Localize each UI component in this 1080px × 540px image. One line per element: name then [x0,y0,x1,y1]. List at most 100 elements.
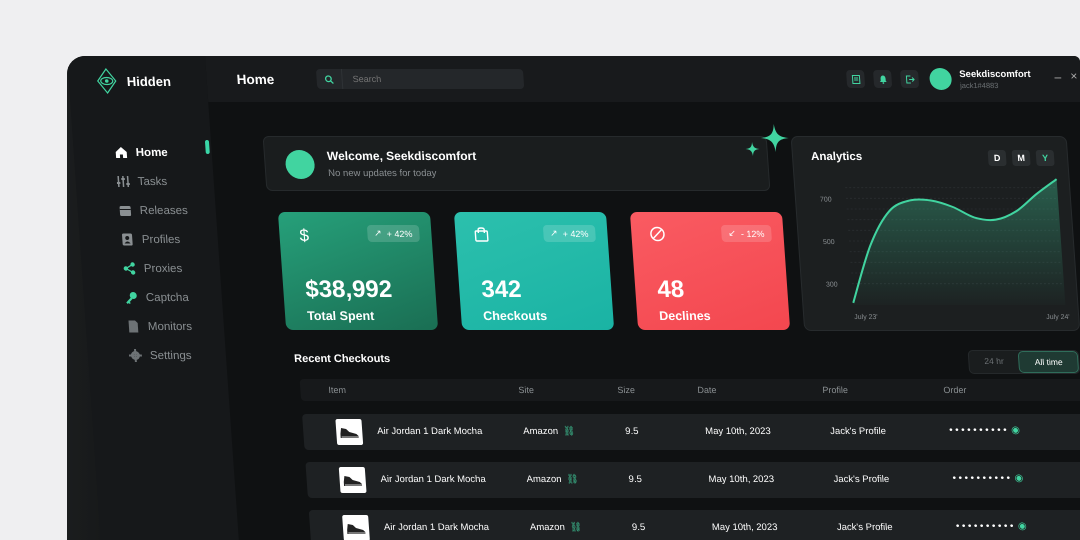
sidebar-item-settings[interactable]: Settings [127,341,199,370]
sidebar-item-captcha[interactable]: Captcha [123,283,195,312]
profile-cell: Jack's Profile [829,426,887,437]
eye-logo-icon [96,68,117,94]
app-canvas: Hidden Home Tasks Releases Profiles Prox… [67,56,1080,540]
y-tick-label: 700 [820,196,832,203]
svg-text:$: $ [299,226,310,244]
sidebar-item-proxies[interactable]: Proxies [121,254,193,283]
search-input[interactable] [342,74,513,84]
change-badge: ↙ - 12% [720,225,773,242]
welcome-subtitle: No new updates for today [327,168,437,179]
arrow-down-left-icon: ↙ [727,228,737,238]
stat-value: $38,992 [304,276,394,303]
site-cell: Amazon ⛓ [523,426,576,437]
sidebar-item-label: Tasks [137,175,168,188]
table-row[interactable]: Air Jordan 1 Dark Mocha Amazon ⛓ 9.5 May … [308,510,1080,540]
close-button[interactable]: × [1070,69,1078,83]
sidebar-item-label: Proxies [143,262,183,275]
order-cell: •••••••••• ◉ [949,425,1021,436]
sidebar-item-label: Captcha [145,291,190,304]
stat-card-checkouts[interactable]: ↗ + 42% 342 Checkouts [453,212,615,330]
item-name: Air Jordan 1 Dark Mocha [376,426,483,437]
sidebar-item-label: Settings [149,349,192,362]
change-value: + 42% [562,228,589,239]
table-header: Item Site Size Date Profile Order [299,379,1080,401]
table-row[interactable]: Air Jordan 1 Dark Mocha Amazon ⛓ 9.5 May … [302,414,1080,450]
key-icon [123,291,138,305]
column-header-item: Item [328,385,347,395]
shopping-bag-icon [474,227,489,242]
topbar: Home Seekdiscomfort jack1#4883 – × [205,56,1080,102]
profile-icon [119,233,134,247]
user-name: Seekdiscomfort [958,68,1031,80]
avatar [284,150,316,179]
x-tick-label: July 23' [854,314,878,321]
app-window: Hidden Home Tasks Releases Profiles Prox… [67,56,1080,540]
bell-icon [879,75,887,84]
minimize-button[interactable]: – [1054,70,1062,84]
sneaker-thumbnail [342,515,370,540]
link-icon[interactable]: ⛓ [566,474,579,485]
stat-label: Checkouts [482,309,548,323]
welcome-title: Welcome, Seekdiscomfort [326,149,477,163]
eye-icon[interactable]: ◉ [1011,425,1021,436]
brand-name: Hidden [126,73,172,89]
sidebar-item-tasks[interactable]: Tasks [115,167,187,196]
notes-icon [851,74,860,84]
column-header-size: Size [617,385,636,395]
search-icon [315,69,344,89]
column-header-order: Order [943,385,967,395]
brand[interactable]: Hidden [96,68,172,94]
filter-all-time-button[interactable]: All time [1018,351,1080,373]
filter-24hr-button[interactable]: 24 hr [969,351,1020,373]
page-title: Home [236,72,275,87]
y-tick-label: 500 [823,239,835,246]
active-indicator [204,140,210,154]
table-row[interactable]: Air Jordan 1 Dark Mocha Amazon ⛓ 9.5 May … [305,462,1080,498]
search-bar[interactable] [315,69,525,89]
y-tick-label: 300 [826,282,838,289]
eye-icon[interactable]: ◉ [1014,473,1024,484]
stat-value: 342 [480,276,523,303]
size-cell: 9.5 [628,474,643,485]
site-name: Amazon [529,522,566,533]
dollar-icon: $ [299,226,310,244]
column-header-profile: Profile [822,385,849,395]
order-masked: •••••••••• [955,521,1017,532]
notifications-button[interactable] [872,70,893,88]
link-icon[interactable]: ⛓ [569,522,582,533]
sneaker-icon [347,524,366,534]
order-cell: •••••••••• ◉ [956,521,1028,532]
sidebar-item-home[interactable]: Home [113,138,185,167]
link-icon[interactable]: ⛓ [563,426,576,437]
analytics-chart: 700 500 300 July 23' July 24' [820,178,1070,321]
sidebar-item-releases[interactable]: Releases [117,196,189,225]
x-tick-label: July 24' [1046,314,1070,321]
gear-icon [127,349,142,363]
share-icon [121,262,136,276]
stat-card-total-spent[interactable]: $ ↗ + 42% $38,992 Total Spent [277,212,439,330]
eye-icon[interactable]: ◉ [1018,521,1028,532]
calendar-icon [117,204,132,218]
site-name: Amazon [522,426,559,437]
change-value: + 42% [386,228,413,239]
sneaker-icon [340,428,359,438]
stat-label: Total Spent [306,309,375,323]
column-header-date: Date [697,385,717,395]
time-filter: 24 hr All time [967,350,1080,374]
stat-card-declines[interactable]: ↙ - 12% 48 Declines [629,212,791,330]
welcome-card: Welcome, Seekdiscomfort No new updates f… [262,136,771,191]
logout-button[interactable] [899,70,920,88]
change-value: - 12% [740,228,765,239]
arrow-up-right-icon: ↗ [549,228,558,238]
user-menu[interactable]: Seekdiscomfort jack1#4883 [928,68,1032,90]
sneaker-thumbnail [335,419,364,445]
size-cell: 9.5 [631,522,646,533]
size-cell: 9.5 [624,426,639,437]
column-header-site: Site [518,385,535,395]
profile-cell: Jack's Profile [833,474,890,485]
sidebar-item-monitors[interactable]: Monitors [125,312,197,341]
stat-label: Declines [658,309,712,323]
notes-button[interactable] [845,70,866,88]
sidebar-item-profiles[interactable]: Profiles [119,225,191,254]
profile-cell: Jack's Profile [836,522,894,533]
